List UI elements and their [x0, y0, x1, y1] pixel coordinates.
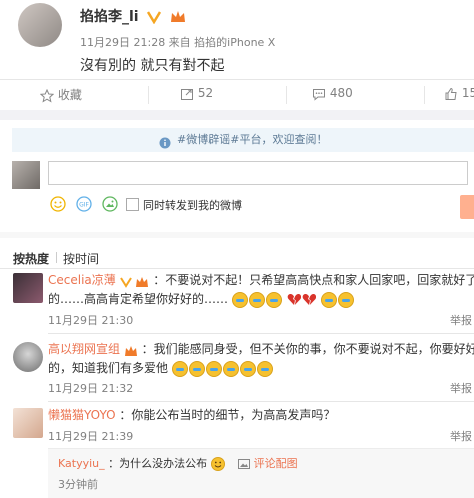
reply-username[interactable]: Katyyiu_ — [58, 457, 105, 470]
crying-emoji-icon — [231, 291, 248, 308]
crying-emoji-icon — [256, 360, 273, 377]
composer-gap — [0, 232, 474, 238]
crying-emoji-icon — [188, 360, 205, 377]
repost-to-weibo-checkbox[interactable] — [126, 198, 139, 211]
comment-1-text-line2: 的……高高肯定希望你好好的…… — [48, 292, 229, 306]
reply-time: 3分钟前 — [58, 478, 98, 491]
broken-heart-icon — [302, 293, 316, 306]
poster-avatar[interactable] — [18, 3, 62, 47]
action-separator-1 — [148, 86, 149, 104]
sort-separator — [56, 252, 57, 263]
sort-by-hot-tab[interactable]: 按热度 — [13, 250, 49, 267]
image-upload-button[interactable] — [102, 196, 118, 212]
member-crown-icon — [135, 275, 149, 287]
comment-2-text-line2: 的，知道我们有多爱他 — [48, 361, 169, 375]
comment-3-avatar[interactable] — [13, 408, 43, 438]
crying-emoji-icon — [265, 291, 282, 308]
svg-text:GIF: GIF — [79, 202, 89, 209]
rumor-notice-banner[interactable]: #微博辟谣#平台，欢迎查阅！ — [12, 128, 474, 152]
notice-text: #微博辟谣#平台，欢迎查阅！ — [177, 133, 328, 146]
crying-emoji-icon — [222, 360, 239, 377]
like-count: 15 — [461, 86, 474, 100]
comment-divider — [48, 333, 474, 334]
gif-button[interactable]: GIF — [76, 196, 92, 212]
crying-emoji-icon — [239, 360, 256, 377]
post-divider — [0, 79, 474, 80]
crying-emoji-icon — [320, 291, 337, 308]
comment-button[interactable]: 480 — [312, 86, 372, 106]
smile-emoji-icon — [210, 457, 225, 471]
submit-comment-button[interactable] — [460, 195, 474, 219]
crying-emoji-icon — [248, 291, 265, 308]
action-separator-2 — [286, 86, 287, 104]
comment-1-avatar[interactable] — [13, 273, 43, 303]
self-avatar — [12, 161, 40, 189]
verified-v-icon — [119, 275, 132, 288]
collect-button[interactable]: 收藏 — [39, 86, 130, 106]
like-button[interactable]: 15 — [444, 86, 474, 106]
repost-button[interactable]: 52 — [180, 86, 240, 106]
comment-1-time: 11月29日 21:30 — [48, 314, 134, 327]
comment-3-report-link[interactable]: 举报 — [450, 428, 472, 444]
repost-checkbox-label: 同时转发到我的微博 — [143, 199, 242, 212]
section-gap — [0, 110, 474, 120]
star-icon — [39, 88, 55, 103]
comment-divider — [48, 401, 474, 402]
poster-username[interactable]: 掐掐李_li — [80, 9, 139, 25]
comment-count: 480 — [329, 86, 353, 100]
verified-v-icon — [147, 10, 162, 25]
crying-emoji-icon — [205, 360, 222, 377]
comment-1-username[interactable]: Cecelia凉薄 — [48, 273, 116, 287]
broken-heart-icon — [287, 293, 301, 306]
comment-2-username[interactable]: 高以翔网宣组 — [48, 342, 120, 356]
reply-text: ：为什么没办法公布 — [108, 457, 208, 470]
repost-icon — [180, 87, 194, 101]
comment-2-avatar[interactable] — [13, 342, 43, 372]
reply-box: Katyyiu_ ：为什么没办法公布 评论配图 3分钟前 — [48, 448, 474, 498]
comment-3-username[interactable]: 懒猫猫YOYO — [48, 408, 116, 422]
sort-by-time-tab[interactable]: 按时间 — [63, 250, 99, 267]
emoji-picker-button[interactable] — [50, 196, 66, 212]
member-crown-icon — [124, 344, 138, 356]
comment-3-time: 11月29日 21:39 — [48, 430, 134, 443]
post-meta: 11月29日 21:28 来自 掐掐的iPhone X — [80, 36, 276, 49]
comment-1-text-line1: ：不要说对不起！只希望高高快点和家人回家吧，回家就好了……你要 — [153, 273, 474, 287]
comment-2-report-link[interactable]: 举报 — [450, 380, 472, 396]
image-attachment-icon — [238, 458, 251, 470]
comment-icon — [312, 87, 326, 101]
comment-2-text-line1: ：我们能感同身受，但不关你的事，你不要说对不起，你要好好的，他会 — [141, 342, 474, 356]
comment-input[interactable] — [48, 161, 468, 185]
post-text: 沒有別的 就只有對不起 — [80, 58, 225, 74]
thumbs-up-icon — [444, 87, 458, 101]
crying-emoji-icon — [337, 291, 354, 308]
reply-image-link[interactable]: 评论配图 — [254, 457, 298, 470]
info-icon — [159, 134, 171, 149]
comment-1-report-link[interactable]: 举报 — [450, 312, 472, 328]
repost-count: 52 — [197, 86, 214, 100]
collect-label: 收藏 — [57, 88, 82, 102]
action-separator-3 — [424, 86, 425, 104]
crying-emoji-icon — [171, 360, 188, 377]
sort-divider — [0, 268, 474, 269]
comment-2-time: 11月29日 21:32 — [48, 382, 134, 395]
member-crown-icon — [170, 10, 186, 24]
comment-3-text: ：你能公布当时的细节，为高高发声吗？ — [119, 408, 336, 422]
